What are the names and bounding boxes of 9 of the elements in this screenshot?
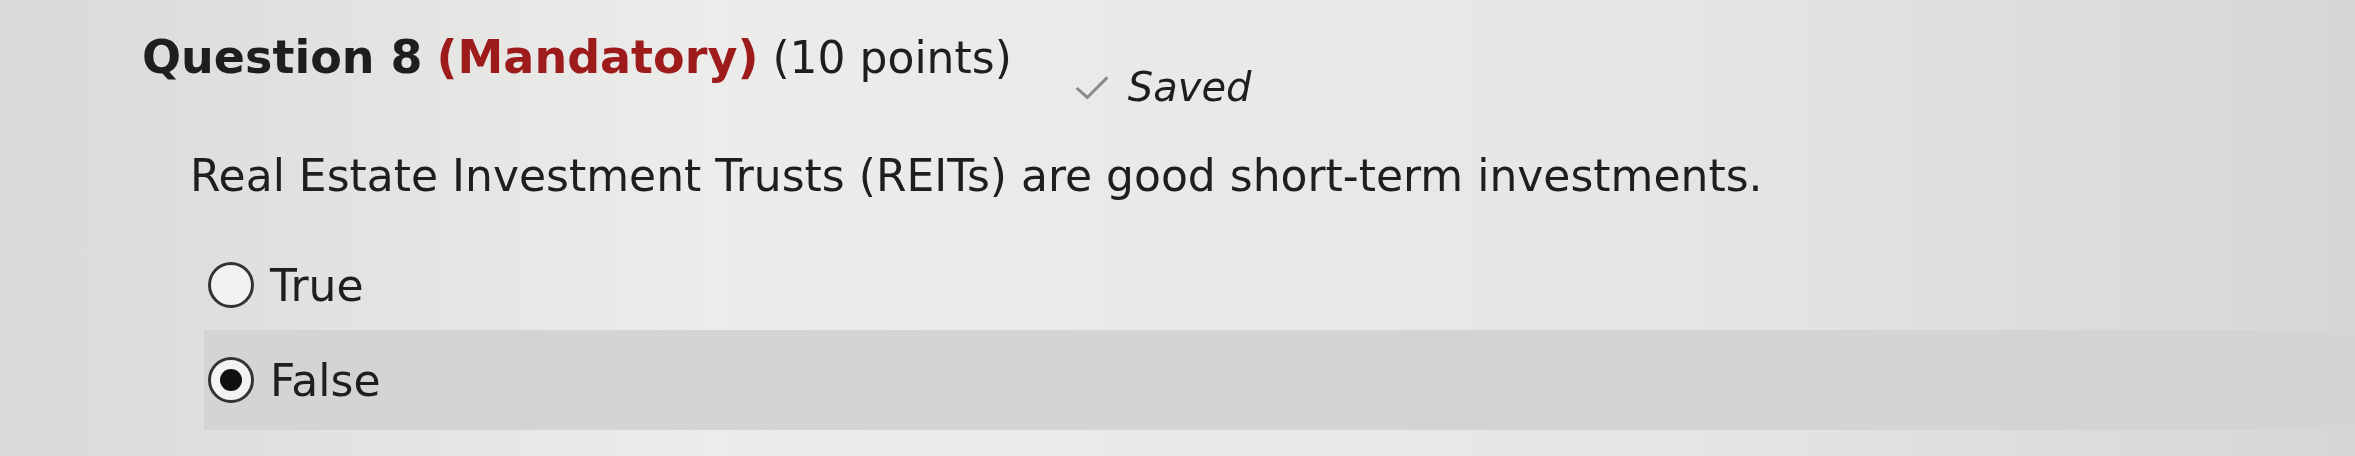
option-label[interactable]: True — [270, 259, 364, 311]
radio-button[interactable] — [208, 357, 254, 403]
save-status: Saved — [1127, 64, 1252, 110]
option-label[interactable]: False — [270, 354, 381, 406]
radio-button[interactable] — [208, 262, 254, 308]
points-label: (10 points) — [772, 32, 1012, 83]
mandatory-label: (Mandatory) — [436, 30, 759, 84]
question-title: Question 8 — [142, 30, 423, 84]
question-text: Real Estate Investment Trusts (REITs) are good short-term investments. — [190, 150, 1764, 203]
